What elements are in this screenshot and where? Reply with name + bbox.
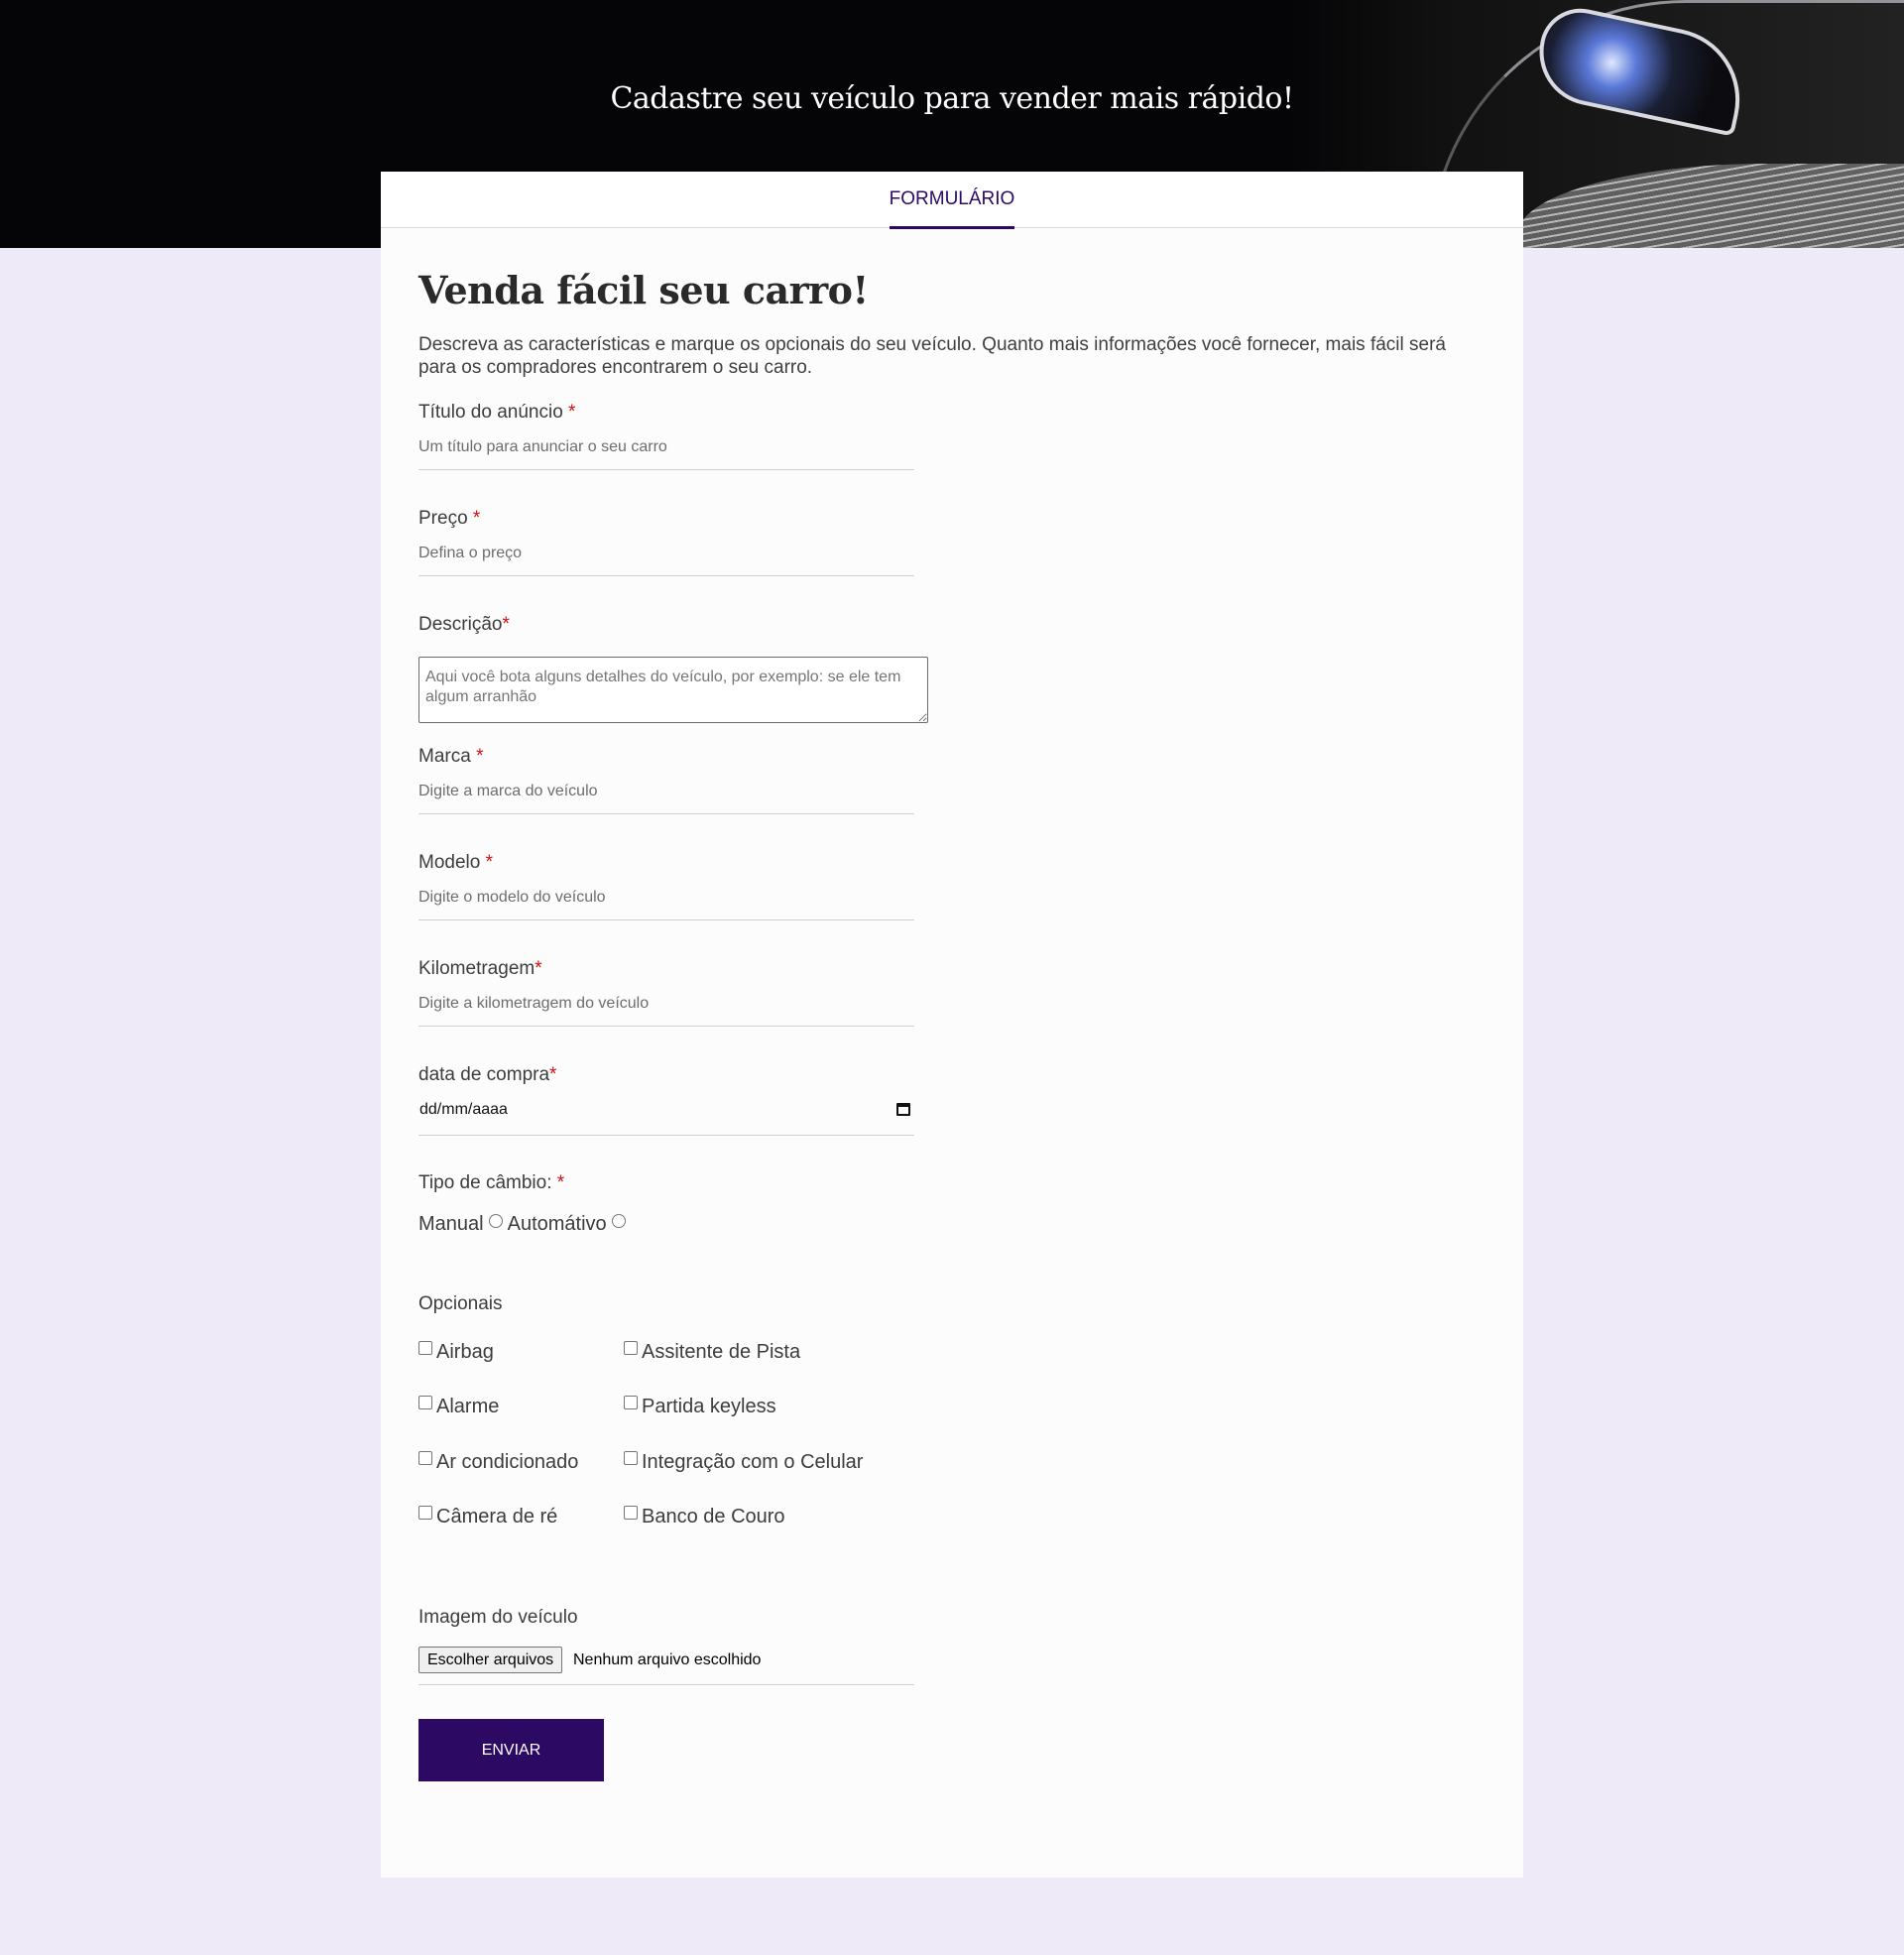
marca-input[interactable] xyxy=(418,769,914,814)
titulo-input[interactable] xyxy=(418,425,914,470)
imagem-label: Imagem do veículo xyxy=(418,1607,578,1628)
cambio-label: Tipo de câmbio: * xyxy=(418,1172,565,1193)
modelo-input[interactable] xyxy=(418,875,914,920)
radio-manual[interactable] xyxy=(488,1214,503,1228)
submit-button[interactable]: ENVIAR xyxy=(418,1719,604,1781)
km-label: Kilometragem* xyxy=(418,958,542,979)
date-value: dd/mm/aaaa xyxy=(419,1101,508,1118)
file-status: Nenhum arquivo escolhido xyxy=(573,1651,762,1668)
option-assistente-pista[interactable]: Assitente de Pista xyxy=(624,1341,800,1364)
preco-input[interactable] xyxy=(418,531,914,576)
radio-automatico-label: Automátivo xyxy=(507,1213,607,1235)
marca-label: Marca * xyxy=(418,746,484,767)
form-card: FORMULÁRIO Venda fácil seu carro! Descre… xyxy=(381,172,1523,1878)
calendar-icon[interactable] xyxy=(896,1103,910,1116)
km-input[interactable] xyxy=(418,981,914,1027)
checkbox[interactable] xyxy=(418,1451,432,1465)
option-ar-condicionado[interactable]: Ar condicionado xyxy=(418,1451,578,1474)
radio-manual-label: Manual xyxy=(418,1213,484,1235)
data-label: data de compra* xyxy=(418,1064,557,1085)
descricao-label: Descrição* xyxy=(418,614,510,635)
descricao-textarea[interactable] xyxy=(418,657,928,723)
required-mark: * xyxy=(535,958,542,979)
option-alarme[interactable]: Alarme xyxy=(418,1396,499,1418)
checkbox[interactable] xyxy=(624,1506,638,1520)
required-mark: * xyxy=(549,1064,557,1085)
file-input: Escolher arquivos Nenhum arquivo escolhi… xyxy=(418,1640,914,1685)
option-banco-couro[interactable]: Banco de Couro xyxy=(624,1506,785,1528)
required-mark: * xyxy=(476,746,484,767)
checkbox[interactable] xyxy=(418,1506,432,1520)
option-airbag[interactable]: Airbag xyxy=(418,1341,494,1364)
checkbox[interactable] xyxy=(624,1341,638,1355)
checkbox[interactable] xyxy=(418,1396,432,1409)
required-mark: * xyxy=(556,1172,565,1193)
cambio-options: Manual Automátivo xyxy=(418,1213,631,1236)
hero-title: Cadastre seu veículo para vender mais rá… xyxy=(610,81,1294,116)
titulo-label: Título do anúncio * xyxy=(418,402,576,423)
modelo-label: Modelo * xyxy=(418,852,494,873)
tab-formulario[interactable]: FORMULÁRIO xyxy=(889,188,1015,229)
date-input[interactable]: dd/mm/aaaa xyxy=(418,1086,914,1136)
required-mark: * xyxy=(485,852,494,873)
option-camera-re[interactable]: Câmera de ré xyxy=(418,1506,557,1528)
checkbox[interactable] xyxy=(418,1341,432,1355)
option-integracao-celular[interactable]: Integração com o Celular xyxy=(624,1451,863,1474)
choose-files-button[interactable]: Escolher arquivos xyxy=(418,1647,563,1673)
required-mark: * xyxy=(472,508,481,529)
checkbox[interactable] xyxy=(624,1451,638,1465)
checkbox[interactable] xyxy=(624,1396,638,1409)
tab-bar: FORMULÁRIO xyxy=(381,172,1523,229)
required-mark: * xyxy=(568,402,576,423)
opcionais-label: Opcionais xyxy=(418,1293,503,1314)
required-mark: * xyxy=(502,614,510,635)
preco-label: Preço * xyxy=(418,508,481,529)
page-intro: Descreva as características e marque os … xyxy=(418,334,1446,378)
page-title: Venda fácil seu carro! xyxy=(418,268,869,312)
radio-automatico[interactable] xyxy=(611,1214,626,1228)
option-partida-keyless[interactable]: Partida keyless xyxy=(624,1396,776,1418)
